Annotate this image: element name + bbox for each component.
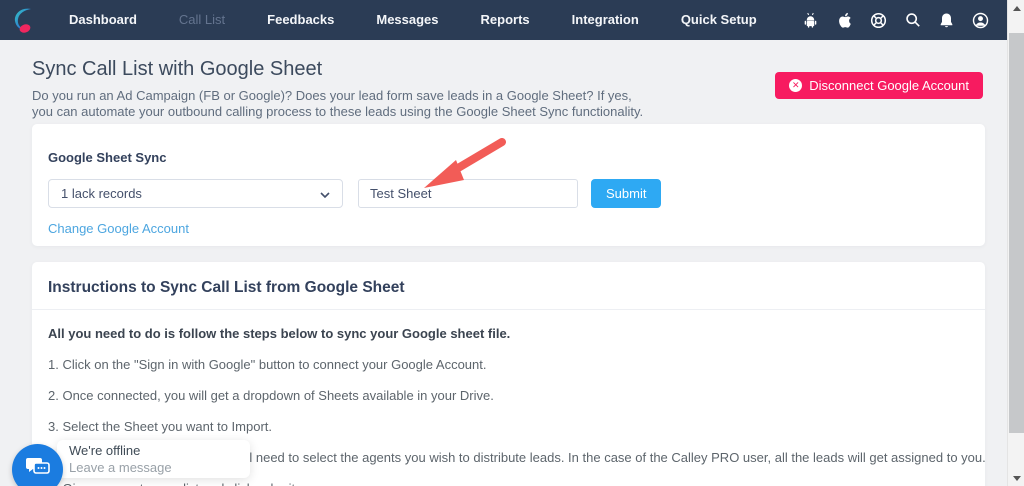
- scroll-up-button[interactable]: [1008, 0, 1024, 16]
- page-description: Do you run an Ad Campaign (FB or Google)…: [32, 88, 644, 119]
- chat-offline-tooltip: We're offline Leave a message: [57, 440, 250, 478]
- nav-item-call-list[interactable]: Call List: [158, 0, 246, 40]
- scroll-down-button[interactable]: [1008, 470, 1024, 486]
- calley-logo[interactable]: [0, 6, 48, 34]
- instruction-step: 5. Give a name to your list and click su…: [48, 481, 969, 486]
- account-icon[interactable]: [972, 12, 989, 29]
- chat-status-text: We're offline: [69, 443, 141, 458]
- instruction-step: 3. Select the Sheet you want to Import.: [48, 419, 273, 434]
- sheet-select-value: 1 lack records: [61, 186, 142, 201]
- instructions-intro: All you need to do is follow the steps b…: [48, 326, 511, 341]
- nav-item-feedbacks[interactable]: Feedbacks: [246, 0, 355, 40]
- sheet-select[interactable]: 1 lack records: [48, 179, 343, 208]
- instructions-heading: Instructions to Sync Call List from Goog…: [32, 262, 985, 310]
- instruction-step: 1. Click on the "Sign in with Google" bu…: [48, 357, 487, 372]
- nav-item-integration[interactable]: Integration: [551, 0, 660, 40]
- top-navbar: Dashboard Call List Feedbacks Messages R…: [0, 0, 1007, 40]
- page-header: Sync Call List with Google Sheet Do you …: [32, 58, 822, 120]
- vertical-scrollbar[interactable]: [1007, 0, 1024, 486]
- list-name-input[interactable]: [358, 179, 578, 208]
- google-sheet-sync-card: Google Sheet Sync 1 lack records Submit …: [32, 124, 985, 246]
- sync-form-row: 1 lack records Submit: [48, 179, 969, 208]
- power-off-icon: ✕: [789, 79, 803, 92]
- android-icon[interactable]: [802, 12, 819, 29]
- bell-icon[interactable]: [938, 12, 955, 29]
- apple-icon[interactable]: [836, 12, 853, 29]
- chat-bubbles-icon: [25, 456, 51, 483]
- sync-card-label: Google Sheet Sync: [48, 150, 167, 165]
- submit-button[interactable]: Submit: [591, 179, 662, 208]
- search-icon[interactable]: [904, 12, 921, 29]
- chat-launcher-button[interactable]: [12, 444, 63, 486]
- disconnect-button-label: Disconnect Google Account: [809, 78, 969, 93]
- arrow-down-icon: [1012, 475, 1021, 481]
- nav-menu: Dashboard Call List Feedbacks Messages R…: [48, 0, 778, 40]
- nav-item-messages[interactable]: Messages: [355, 0, 459, 40]
- change-google-account-link[interactable]: Change Google Account: [48, 221, 189, 236]
- globe-icon[interactable]: [870, 12, 887, 29]
- arrow-up-icon: [1012, 5, 1021, 11]
- nav-icon-group: [802, 0, 989, 40]
- chat-leave-message-link[interactable]: Leave a message: [69, 460, 238, 475]
- chevron-down-icon: [320, 186, 330, 201]
- disconnect-google-account-button[interactable]: ✕ Disconnect Google Account: [775, 72, 983, 99]
- nav-item-reports[interactable]: Reports: [460, 0, 551, 40]
- nav-item-dashboard[interactable]: Dashboard: [48, 0, 158, 40]
- scrollbar-thumb[interactable]: [1009, 33, 1024, 433]
- instruction-step: 2. Once connected, you will get a dropdo…: [48, 388, 494, 403]
- page-title: Sync Call List with Google Sheet: [32, 58, 323, 80]
- nav-item-quick-setup[interactable]: Quick Setup: [660, 0, 778, 40]
